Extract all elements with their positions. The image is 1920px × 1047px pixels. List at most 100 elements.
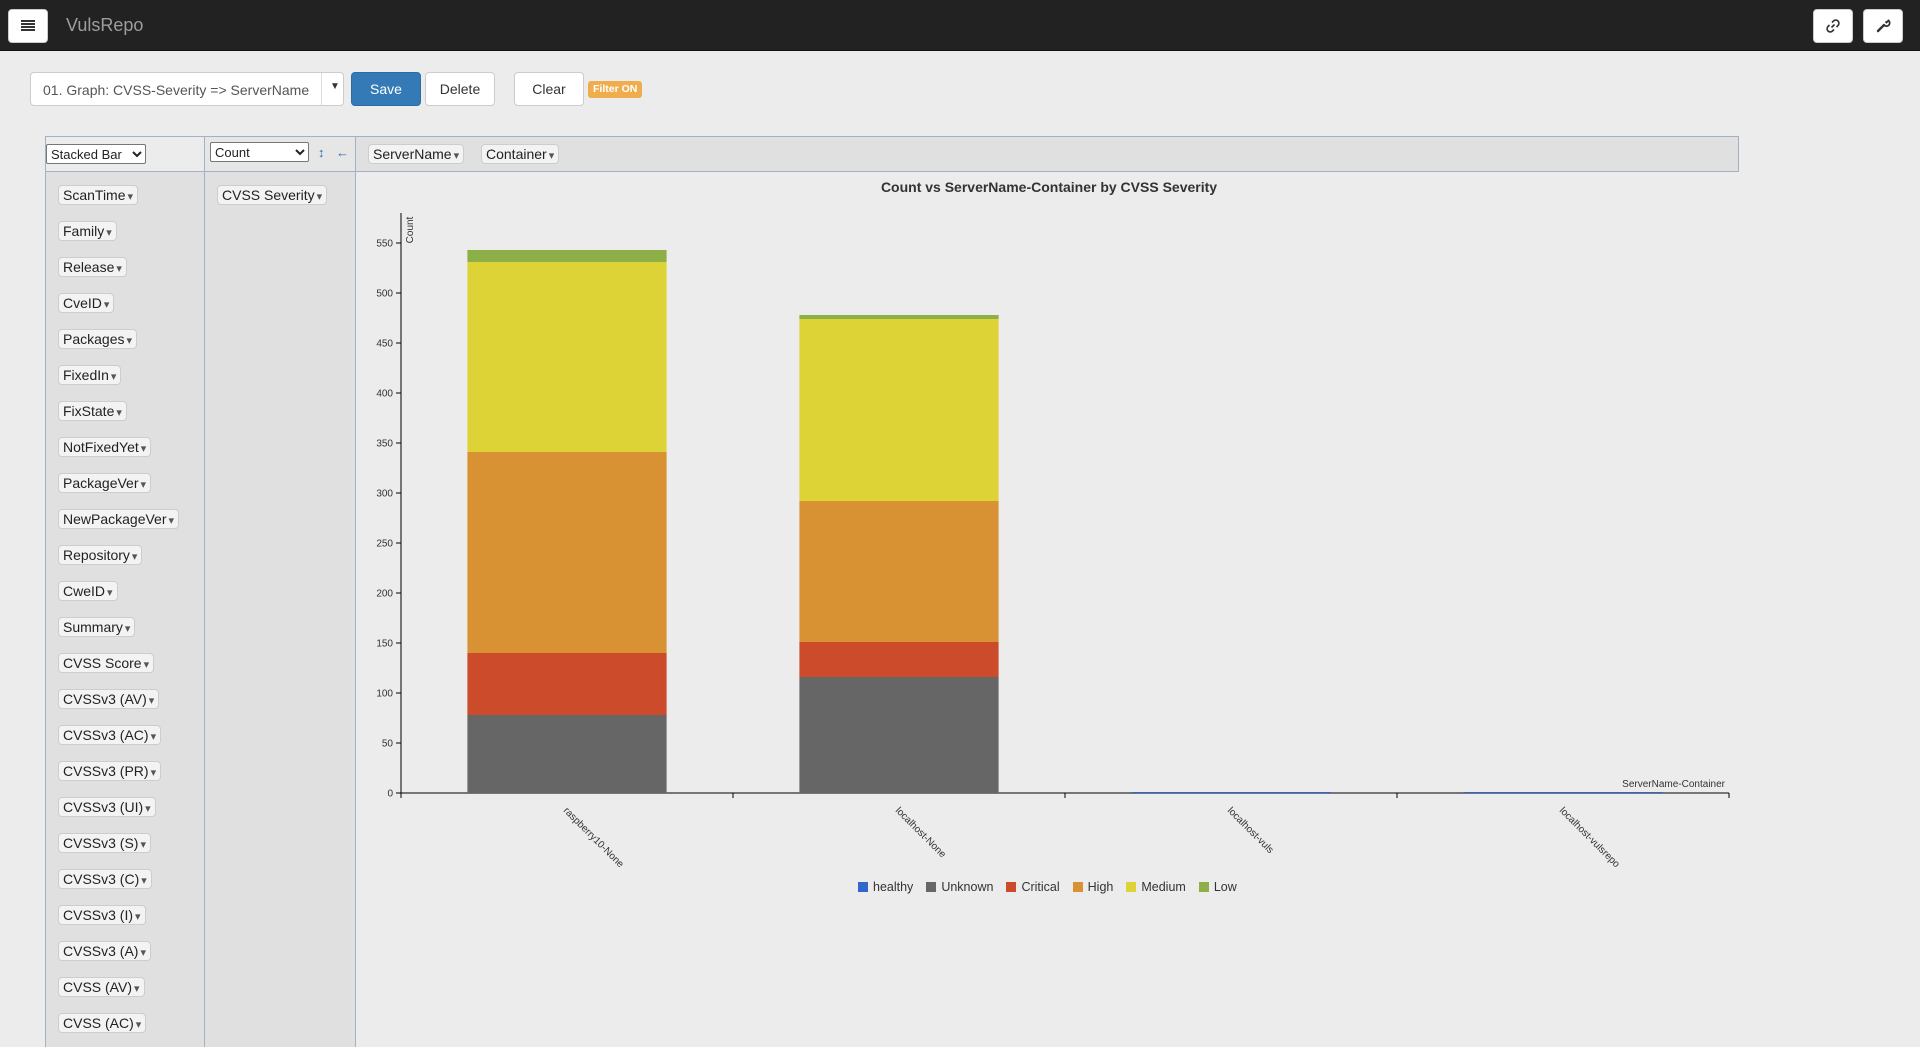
attr-scantime[interactable]: ScanTime ▾ <box>58 185 139 205</box>
legend-swatch <box>1006 882 1017 892</box>
legend-item[interactable]: Critical <box>1006 880 1060 894</box>
clear-button[interactable]: Clear <box>514 72 584 106</box>
legend-label: High <box>1087 880 1114 894</box>
triangle-down-icon[interactable]: ▾ <box>104 299 110 311</box>
attr-cvss-ac[interactable]: CVSS (AC) ▾ <box>58 1013 147 1033</box>
app-brand[interactable]: VulsRepo <box>66 15 143 36</box>
bar-segment <box>467 715 667 793</box>
legend-item[interactable]: Medium <box>1126 880 1186 894</box>
attr-label: Repository <box>63 547 130 563</box>
triangle-down-icon[interactable]: ▾ <box>126 335 132 347</box>
legend-item[interactable]: Low <box>1198 880 1237 894</box>
triangle-down-icon[interactable]: ▾ <box>149 695 155 707</box>
attr-cvssv3-i[interactable]: CVSSv3 (I) ▾ <box>58 905 146 925</box>
attr-cvss-av[interactable]: CVSS (AV) ▾ <box>58 977 145 997</box>
attr-summary[interactable]: Summary ▾ <box>58 617 136 637</box>
y-tick-label: 0 <box>387 789 393 800</box>
triangle-down-icon[interactable]: ▾ <box>135 911 141 923</box>
attr-label: FixedIn <box>63 367 109 383</box>
attr-cvssv3-a[interactable]: CVSSv3 (A) ▾ <box>58 941 151 961</box>
attr-release[interactable]: Release ▾ <box>58 257 127 277</box>
triangle-down-icon[interactable]: ▾ <box>141 443 147 455</box>
attr-cvssv3-ui[interactable]: CVSSv3 (UI) ▾ <box>58 797 156 817</box>
bar-segment <box>467 262 667 452</box>
attr-label: CVSSv3 (AC) <box>63 727 149 743</box>
attr-cweid[interactable]: CweID ▾ <box>58 581 118 601</box>
triangle-down-icon[interactable]: ▾ <box>151 731 157 743</box>
triangle-down-icon[interactable]: ▾ <box>144 659 150 671</box>
share-link-button[interactable] <box>1813 9 1853 43</box>
col-attr-container[interactable]: Container ▾ <box>481 144 560 164</box>
row-attr-label: CVSS Severity <box>222 187 315 203</box>
triangle-down-icon[interactable]: ▾ <box>141 875 147 887</box>
preset-select[interactable]: 01. Graph: CVSS-Severity => ServerName ▼ <box>30 72 344 106</box>
legend-label: healthy <box>873 880 914 894</box>
triangle-down-icon[interactable]: ▾ <box>128 191 134 203</box>
triangle-down-icon[interactable]: ▾ <box>116 263 122 275</box>
settings-button[interactable] <box>1863 9 1903 43</box>
attr-packages[interactable]: Packages ▾ <box>58 329 138 349</box>
legend-item[interactable]: Unknown <box>926 880 993 894</box>
attr-packagever[interactable]: PackageVer ▾ <box>58 473 152 493</box>
bar-segment <box>799 319 999 501</box>
menu-button[interactable] <box>8 9 48 43</box>
renderer-select[interactable]: Stacked Bar <box>46 144 146 164</box>
y-tick-label: 250 <box>376 539 393 550</box>
attr-fixedin[interactable]: FixedIn ▾ <box>58 365 122 385</box>
attr-label: Family <box>63 223 105 239</box>
triangle-down-icon[interactable]: ▾ <box>145 803 151 815</box>
triangle-down-icon[interactable]: ▾ <box>116 407 122 419</box>
col-attr-servername[interactable]: ServerName ▾ <box>368 144 465 164</box>
triangle-down-icon[interactable]: ▾ <box>317 191 323 203</box>
aggregator-cell: Count <box>204 136 356 172</box>
attr-cvss-score[interactable]: CVSS Score ▾ <box>58 653 155 673</box>
legend-swatch <box>926 882 937 892</box>
col-attr-label: ServerName <box>373 146 452 162</box>
row-sort-icon[interactable]: ↕ <box>318 145 325 160</box>
attr-family[interactable]: Family ▾ <box>58 221 117 241</box>
triangle-down-icon[interactable]: ▾ <box>169 515 175 527</box>
aggregator-select[interactable]: Count <box>210 142 309 162</box>
triangle-down-icon[interactable]: ▾ <box>125 623 131 635</box>
y-tick-label: 50 <box>382 739 394 750</box>
legend-item[interactable]: healthy <box>858 880 913 894</box>
legend-swatch <box>1126 882 1137 892</box>
attr-newpackagever[interactable]: NewPackageVer ▾ <box>58 509 180 529</box>
attr-notfixedyet[interactable]: NotFixedYet ▾ <box>58 437 152 457</box>
triangle-down-icon[interactable]: ▾ <box>136 1019 142 1031</box>
triangle-down-icon[interactable]: ▾ <box>141 479 147 491</box>
caret-down-icon[interactable]: ▼ <box>330 81 340 92</box>
attr-cvssv3-c[interactable]: CVSSv3 (C) ▾ <box>58 869 152 889</box>
save-button[interactable]: Save <box>351 72 421 106</box>
attr-label: CVSSv3 (UI) <box>63 799 144 815</box>
delete-button[interactable]: Delete <box>425 72 495 106</box>
triangle-down-icon[interactable]: ▾ <box>454 150 460 162</box>
attr-cveid[interactable]: CveID ▾ <box>58 293 115 313</box>
attr-repository[interactable]: Repository ▾ <box>58 545 143 565</box>
bar-segment <box>1131 792 1331 793</box>
triangle-down-icon[interactable]: ▾ <box>111 371 117 383</box>
attr-cvssv3-ac[interactable]: CVSSv3 (AC) ▾ <box>58 725 162 745</box>
row-attr-cvss-severity[interactable]: CVSS Severity ▾ <box>217 185 328 205</box>
y-axis-label: Count <box>405 216 416 243</box>
bar-segment <box>799 642 999 677</box>
attr-label: CVSS Score <box>63 655 142 671</box>
triangle-down-icon[interactable]: ▾ <box>140 839 146 851</box>
col-sort-icon[interactable]: ← <box>336 145 349 160</box>
triangle-down-icon[interactable]: ▾ <box>132 551 138 563</box>
triangle-down-icon[interactable]: ▾ <box>134 983 140 995</box>
triangle-down-icon[interactable]: ▾ <box>151 767 157 779</box>
y-tick-label: 500 <box>376 289 393 300</box>
attr-cvssv3-s[interactable]: CVSSv3 (S) ▾ <box>58 833 151 853</box>
attr-cvssv3-pr[interactable]: CVSSv3 (PR) ▾ <box>58 761 162 781</box>
attr-label: CVSSv3 (AV) <box>63 691 147 707</box>
y-tick-label: 150 <box>376 639 393 650</box>
triangle-down-icon[interactable]: ▾ <box>107 587 113 599</box>
attr-cvssv3-av[interactable]: CVSSv3 (AV) ▾ <box>58 689 160 709</box>
legend-item[interactable]: High <box>1072 880 1114 894</box>
x-axis-label: ServerName-Container <box>1622 779 1725 790</box>
triangle-down-icon[interactable]: ▾ <box>549 150 555 162</box>
attr-fixstate[interactable]: FixState ▾ <box>58 401 127 421</box>
triangle-down-icon[interactable]: ▾ <box>106 227 112 239</box>
triangle-down-icon[interactable]: ▾ <box>140 947 146 959</box>
